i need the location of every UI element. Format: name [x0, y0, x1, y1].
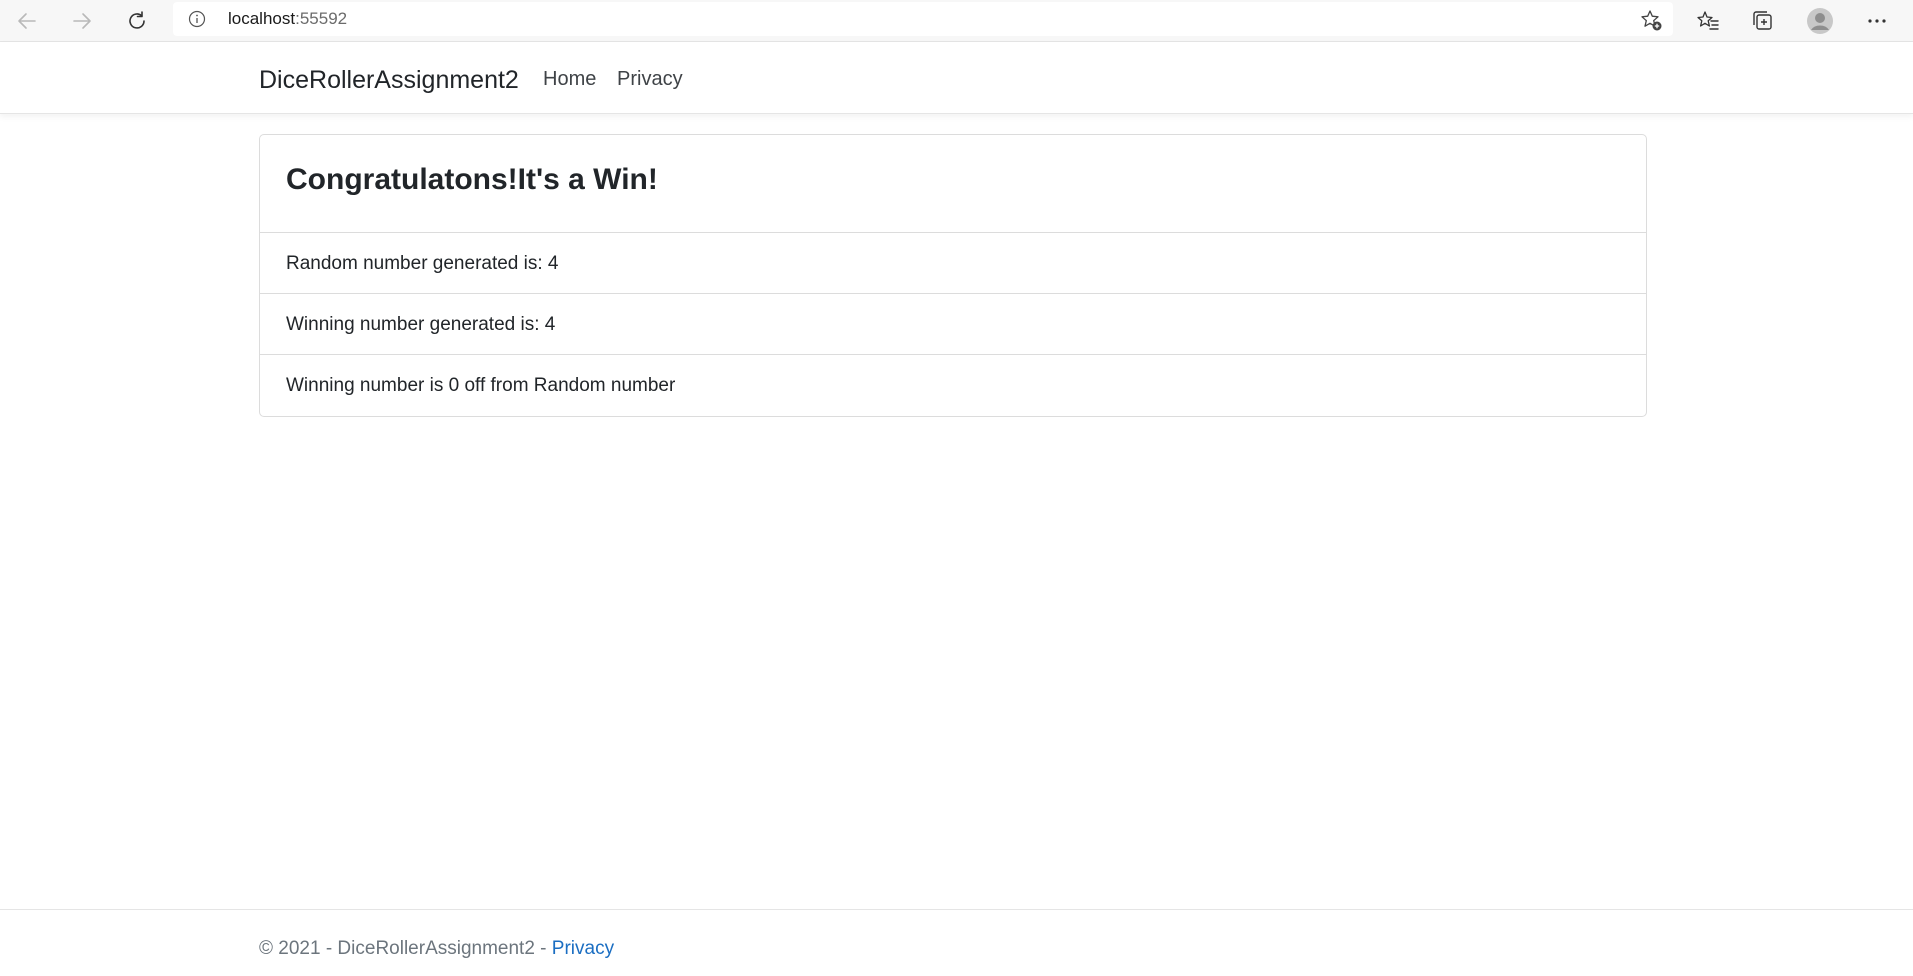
page-footer: © 2021 - DiceRollerAssignment2 - Privacy [0, 909, 1913, 976]
winning-number-text: Winning number generated is: 4 [286, 314, 556, 335]
collections-icon [1753, 11, 1772, 30]
url-host: localhost [228, 9, 296, 28]
profile-avatar-icon [1807, 8, 1833, 34]
forward-button[interactable] [64, 4, 100, 38]
collections-button[interactable] [1745, 4, 1781, 38]
result-title: Congratulatons!It's a Win! [286, 163, 658, 196]
profile-button[interactable] [1802, 4, 1838, 38]
result-card-header: Congratulatons!It's a Win! [260, 135, 1646, 233]
site-navbar: DiceRollerAssignment2 Home Privacy [0, 42, 1913, 114]
back-arrow-icon [18, 13, 36, 29]
random-number-text: Random number generated is: 4 [286, 253, 559, 274]
footer-privacy-link[interactable]: Privacy [552, 938, 614, 959]
refresh-icon [129, 11, 145, 29]
list-item-random-number: Random number generated is: 4 [260, 233, 1646, 294]
address-bar[interactable]: localhost:55592 [173, 2, 1673, 36]
refresh-button[interactable] [119, 4, 155, 38]
back-button[interactable] [9, 4, 45, 38]
footer-text: © 2021 - DiceRollerAssignment2 - Privacy [259, 938, 614, 960]
info-icon[interactable] [188, 10, 206, 28]
difference-text: Winning number is 0 off from Random numb… [286, 375, 676, 396]
footer-copyright: © 2021 - DiceRollerAssignment2 - [259, 938, 552, 959]
more-options-button[interactable] [1859, 4, 1895, 38]
favorites-button[interactable] [1690, 4, 1726, 38]
url-port: :55592 [295, 9, 348, 28]
nav-link-privacy[interactable]: Privacy [617, 68, 683, 91]
nav-link-home[interactable]: Home [543, 68, 596, 91]
browser-toolbar: localhost:55592 [0, 0, 1913, 42]
list-item-difference: Winning number is 0 off from Random numb… [260, 355, 1646, 416]
result-card: Congratulatons!It's a Win! Random number… [259, 134, 1647, 417]
list-item-winning-number: Winning number generated is: 4 [260, 294, 1646, 355]
more-options-icon [1868, 19, 1886, 23]
url-text[interactable]: localhost:55592 [228, 9, 347, 29]
favorites-icon [1697, 11, 1719, 30]
add-favorite-icon[interactable] [1639, 8, 1663, 32]
navbar-brand[interactable]: DiceRollerAssignment2 [259, 66, 519, 95]
forward-arrow-icon [73, 13, 91, 29]
